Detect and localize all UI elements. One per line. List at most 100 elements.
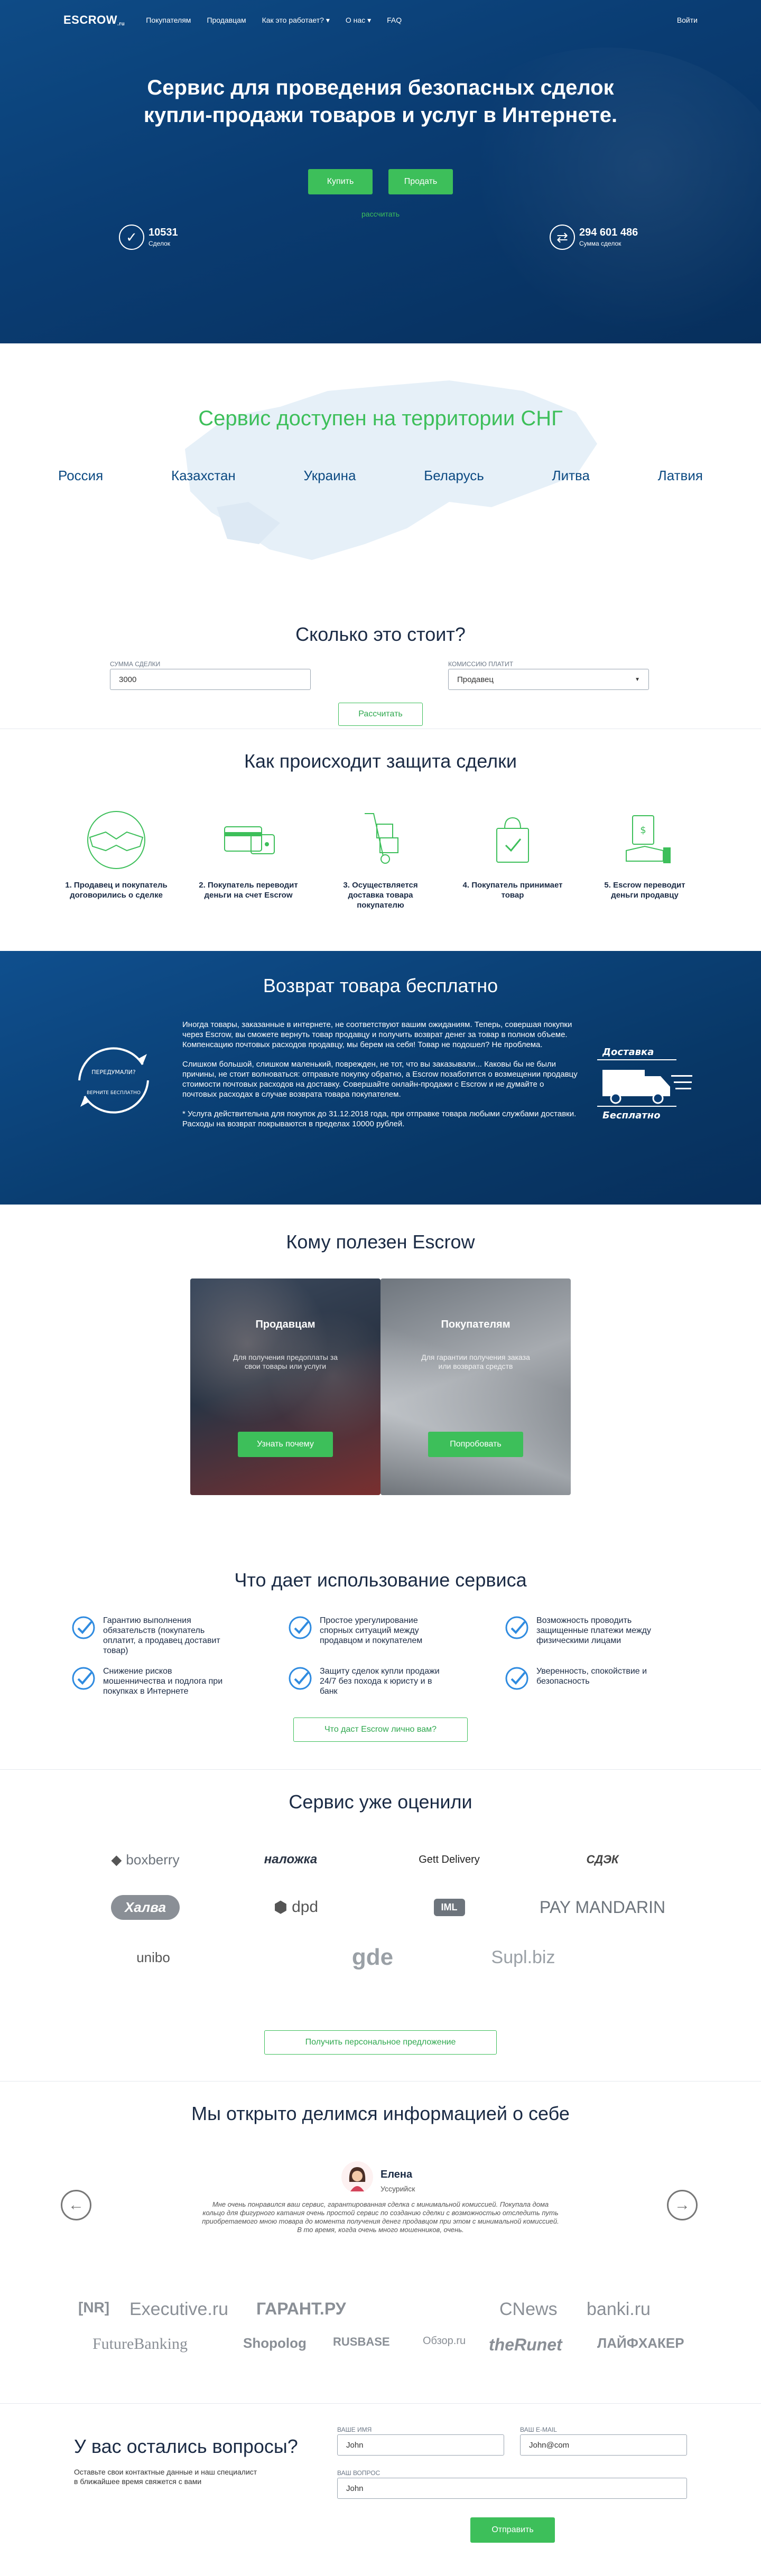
cis-title: Сервис доступен на территории СНГ bbox=[198, 407, 563, 430]
personal-offer-button[interactable]: Получить персональное предложение bbox=[264, 2030, 497, 2055]
arrow-right-icon[interactable]: → bbox=[667, 2190, 698, 2220]
benefit-text: Уверенность, спокойствие и безопасность bbox=[536, 1667, 647, 1686]
question-label: ВАШ ВОПРОС bbox=[337, 2469, 380, 2477]
step-text: 4. Покупатель принимает товар bbox=[462, 881, 563, 900]
delivery-truck-icon: Доставка Бесплатно bbox=[597, 1047, 692, 1121]
return-note: * Услуга действительна для покупок до 31… bbox=[182, 1109, 577, 1128]
step-text: 3. Осуществляется доставка товара покупа… bbox=[343, 881, 418, 910]
step-item: 4. Покупатель принимает товар bbox=[460, 808, 565, 910]
media-obzor-logo: Обзор.ru bbox=[423, 2335, 466, 2347]
cis-section: Сервис доступен на территории СНГ Россия… bbox=[0, 343, 761, 597]
step-item: 1. Продавец и покупатель договорились о … bbox=[63, 808, 169, 910]
amount-input[interactable]: 3000 bbox=[110, 669, 311, 690]
media-banki-logo: banki.ru bbox=[587, 2299, 651, 2319]
step-text: 5. Escrow переводит деньги продавцу bbox=[604, 881, 685, 900]
chevron-down-icon: ▼ bbox=[635, 676, 640, 683]
benefit-item: Простое урегулирование спорных ситуаций … bbox=[288, 1616, 447, 1646]
unibo-logo: unibo bbox=[136, 1949, 170, 1965]
sellers-desc: Для получения предоплаты за свои товары … bbox=[233, 1353, 338, 1370]
benefit-item: Снижение рисков мошенничества и подлога … bbox=[71, 1666, 230, 1696]
sellers-card: Продавцам Для получения предоплаты за св… bbox=[190, 1278, 380, 1495]
wallet-cards-icon bbox=[206, 808, 291, 872]
top-nav: ESCROW.ru Покупателям Продавцам Как это … bbox=[0, 0, 761, 40]
country-kazakhstan[interactable]: Казахстан bbox=[171, 468, 236, 484]
pay-mandarin-logo: PAY MANDARIN bbox=[539, 1897, 666, 1917]
step-item: 2. Покупатель переводит деньги на счет E… bbox=[196, 808, 301, 910]
buyers-desc: Для гарантии получения заказа или возвра… bbox=[421, 1353, 530, 1370]
contact-subtitle: Оставьте свои контактные данные и наш сп… bbox=[74, 2468, 257, 2486]
return-badge: ПЕРЕДУМАЛИ? ВЕРНИТЕ БЕСПЛАТНО bbox=[58, 1038, 169, 1125]
country-ukraine[interactable]: Украина bbox=[303, 468, 356, 484]
check-circle-icon bbox=[289, 1616, 312, 1639]
step-text: 2. Покупатель переводит деньги на счет E… bbox=[199, 881, 298, 900]
return-text: Иногда товары, заказанные в интернете, н… bbox=[182, 1020, 579, 1138]
cost-title: Сколько это стоит? bbox=[295, 623, 466, 645]
who-title: Кому полезен Escrow bbox=[286, 1231, 475, 1253]
media-lifehacker-logo: ЛАЙФХАКЕР bbox=[597, 2335, 684, 2351]
deals-stat: ✓ 10531 Сделок bbox=[119, 225, 178, 250]
badge-bottom-text: ВЕРНИТЕ БЕСПЛАТНО bbox=[87, 1090, 141, 1096]
gett-delivery-logo: Gett Delivery bbox=[419, 1853, 480, 1865]
personal-benefit-button[interactable]: Что даст Escrow лично вам? bbox=[293, 1718, 468, 1742]
return-paragraph: Слишком большой, слишком маленький, повр… bbox=[182, 1060, 578, 1099]
media-nr-logo: [NR] bbox=[78, 2299, 110, 2316]
check-circle-icon bbox=[72, 1667, 95, 1690]
benefit-text: Защиту сделок купли продажи 24/7 без пох… bbox=[320, 1667, 440, 1696]
checkmark-icon: ✓ bbox=[119, 225, 144, 250]
contact-section: У вас остались вопросы? Оставьте свои ко… bbox=[0, 2404, 761, 2573]
nav-buyers[interactable]: Покупателям bbox=[146, 16, 191, 24]
nav-sellers[interactable]: Продавцам bbox=[207, 16, 246, 24]
nalozhka-logo: наложка bbox=[264, 1852, 318, 1866]
learn-why-button[interactable]: Узнать почему bbox=[238, 1432, 333, 1457]
delivery-top-text: Доставка bbox=[602, 1047, 654, 1058]
who-section: Кому полезен Escrow Продавцам Для получе… bbox=[0, 1205, 761, 1543]
send-button[interactable]: Отправить bbox=[470, 2517, 555, 2543]
arrow-left-icon[interactable]: ← bbox=[61, 2190, 91, 2220]
open-title: Мы открыто делимся информацией о себе bbox=[191, 2103, 570, 2124]
nav-about[interactable]: О нас ▾ bbox=[346, 16, 371, 25]
return-title: Возврат товара бесплатно bbox=[263, 975, 498, 996]
suplbiz-logo: Supl.biz bbox=[491, 1947, 555, 1967]
calculate-button[interactable]: Рассчитать bbox=[338, 703, 423, 726]
sell-button[interactable]: Продать bbox=[388, 169, 453, 194]
benefits-title: Что дает использование сервиса bbox=[234, 1569, 527, 1591]
buyers-title: Покупателям bbox=[441, 1319, 511, 1330]
check-circle-icon bbox=[72, 1616, 95, 1639]
check-circle-icon bbox=[505, 1616, 528, 1639]
check-circle-icon bbox=[505, 1667, 528, 1690]
question-input[interactable]: John bbox=[337, 2478, 687, 2499]
login-link[interactable]: Войти bbox=[677, 16, 698, 24]
media-therunet-logo: theRunet bbox=[489, 2335, 562, 2354]
buyers-card: Покупателям Для гарантии получения заказ… bbox=[380, 1278, 571, 1495]
country-belarus[interactable]: Беларусь bbox=[424, 468, 484, 484]
fee-select[interactable]: Продавец ▼ bbox=[448, 669, 649, 690]
logo[interactable]: ESCROW.ru bbox=[63, 13, 125, 27]
boxberry-logo: ◆ boxberry bbox=[111, 1851, 180, 1868]
buy-button[interactable]: Купить bbox=[308, 169, 373, 194]
country-lithuania[interactable]: Литва bbox=[552, 468, 590, 484]
hero-buttons: Купить Продать bbox=[0, 169, 761, 194]
country-latvia[interactable]: Латвия bbox=[658, 468, 703, 484]
try-button[interactable]: Попробовать bbox=[428, 1432, 523, 1457]
nav-how-it-works[interactable]: Как это работает? ▾ bbox=[262, 16, 330, 25]
buyers-photo bbox=[380, 1278, 571, 1495]
cdek-logo: СДЭК bbox=[586, 1853, 619, 1866]
country-russia[interactable]: Россия bbox=[58, 468, 103, 484]
media-executive-logo: Executive.ru bbox=[129, 2299, 229, 2319]
hero-section: ESCROW.ru Покупателям Продавцам Как это … bbox=[0, 0, 761, 343]
rated-section: Сервис уже оценили ◆ boxberry наложка Get… bbox=[0, 1770, 761, 2082]
country-list: Россия Казахстан Украина Беларусь Литва … bbox=[58, 468, 703, 484]
return-section: Возврат товара бесплатно ПЕРЕДУМАЛИ? ВЕР… bbox=[0, 951, 761, 1205]
name-input[interactable]: John bbox=[337, 2434, 504, 2456]
exchange-icon: ⇄ bbox=[550, 225, 575, 250]
delivery-bottom-text: Бесплатно bbox=[602, 1110, 661, 1121]
benefits-section: Что дает использование сервиса Гарантию … bbox=[0, 1543, 761, 1770]
sum-value: 294 601 486 bbox=[579, 226, 638, 238]
calculate-link[interactable]: рассчитать bbox=[0, 210, 761, 218]
protection-section: Как происходит защита сделки 1. Продавец… bbox=[0, 729, 761, 951]
nav-faq[interactable]: FAQ bbox=[387, 16, 402, 24]
steps-list: 1. Продавец и покупатель договорились о … bbox=[63, 808, 698, 910]
email-input[interactable]: John@com bbox=[520, 2434, 687, 2456]
benefit-item: Возможность проводить защищенные платежи… bbox=[505, 1616, 663, 1646]
chevron-down-icon: ▾ bbox=[326, 15, 330, 24]
